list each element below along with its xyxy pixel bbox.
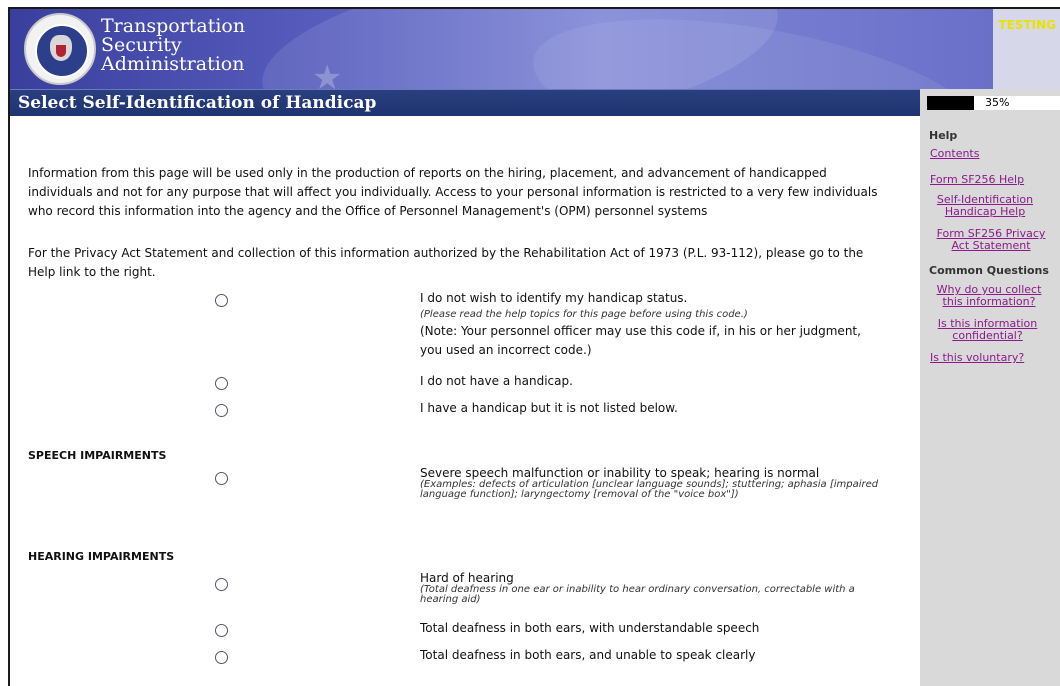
help-sidebar: Help Contents Form SF256 Help Self-Ident… <box>920 116 1060 686</box>
option-hard-of-hearing: Hard of hearing (Total deafness in one e… <box>420 571 890 605</box>
option-label: Hard of hearing <box>420 571 514 585</box>
agency-line: Administration <box>101 53 245 75</box>
star-icon: ★ <box>312 58 343 89</box>
radio-deaf-unable-speak[interactable] <box>215 651 228 664</box>
progress-area: 35% <box>920 89 1060 116</box>
agency-name: Transportation Security Administration <box>101 17 245 74</box>
question-link-voluntary[interactable]: Is this voluntary? <box>930 352 1024 364</box>
option-deaf-understandable: Total deafness in both ears, with unders… <box>420 621 760 635</box>
help-link-privacy[interactable]: Form SF256 Privacy Act Statement <box>930 228 1052 252</box>
progress-label: 35% <box>985 96 1010 109</box>
page-title-bar: Select Self-Identification of Handicap <box>10 89 920 116</box>
section-heading-hearing: HEARING IMPAIRMENTS <box>28 550 175 563</box>
intro-paragraph: Information from this page will be used … <box>28 166 878 218</box>
option-speech-severe: Severe speech malfunction or inability t… <box>420 466 890 500</box>
app-frame: ★ Transportation Security Administration… <box>8 7 1060 686</box>
common-questions-heading: Common Questions <box>929 264 1049 277</box>
progress-fill <box>927 96 975 110</box>
help-heading: Help <box>929 129 958 142</box>
help-link-contents[interactable]: Contents <box>930 148 979 160</box>
option-hint: (Total deafness in one ear or inability … <box>420 584 855 605</box>
option-no-wish: I do not wish to identify my handicap st… <box>420 289 880 360</box>
agency-banner: ★ Transportation Security Administration <box>10 9 993 89</box>
option-label: I do not wish to identify my handicap st… <box>420 291 688 305</box>
option-label: Severe speech malfunction or inability t… <box>420 466 820 480</box>
radio-speech-severe[interactable] <box>215 472 228 485</box>
option-hint: (Please read the help topics for this pa… <box>420 309 748 320</box>
radio-hard-of-hearing[interactable] <box>215 578 228 591</box>
shield-icon <box>56 45 66 57</box>
radio-no-handicap[interactable] <box>215 377 228 390</box>
help-link-sf256[interactable]: Form SF256 Help <box>930 174 1024 186</box>
privacy-paragraph: For the Privacy Act Statement and collec… <box>28 246 864 279</box>
radio-deaf-understandable[interactable] <box>215 624 228 637</box>
page-title: Select Self-Identification of Handicap <box>18 93 377 113</box>
option-note: (Note: Your personnel officer may use th… <box>420 324 861 357</box>
main-content: Information from this page will be used … <box>10 116 920 686</box>
option-no-handicap: I do not have a handicap. <box>420 374 573 388</box>
environment-box: TESTING <box>993 9 1060 89</box>
radio-not-listed[interactable] <box>215 404 228 417</box>
progress-bar: 35% <box>927 96 1060 110</box>
question-link-confidential[interactable]: Is this information confidential? <box>930 318 1045 342</box>
help-link-self-identification[interactable]: Self-Identification Handicap Help <box>930 194 1040 218</box>
option-deaf-unable-speak: Total deafness in both ears, and unable … <box>420 648 756 662</box>
environment-label: TESTING <box>998 18 1056 32</box>
radio-no-wish[interactable] <box>215 294 228 307</box>
section-heading-speech: SPEECH IMPAIRMENTS <box>28 449 167 462</box>
dhs-seal-logo <box>24 13 96 85</box>
option-not-listed: I have a handicap but it is not listed b… <box>420 401 678 415</box>
question-link-why-collect[interactable]: Why do you collect this information? <box>930 284 1048 308</box>
option-hint: (Examples: defects of articulation [uncl… <box>420 479 879 500</box>
